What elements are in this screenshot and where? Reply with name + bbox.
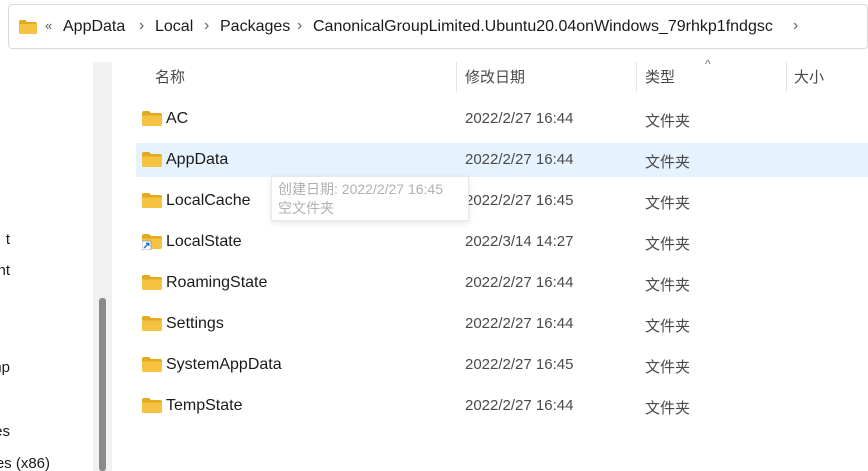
file-modified-date: 2022/2/27 16:44 bbox=[465, 274, 574, 291]
file-modified-date: 2022/2/27 16:45 bbox=[465, 192, 574, 209]
breadcrumb-separator[interactable]: › bbox=[204, 17, 209, 35]
file-name: AC bbox=[166, 110, 189, 127]
breadcrumb-separator[interactable]: › bbox=[297, 17, 302, 35]
file-name: LocalCache bbox=[166, 192, 251, 209]
folder-icon bbox=[142, 316, 162, 331]
file-name: Settings bbox=[166, 315, 224, 332]
folder-icon bbox=[142, 111, 162, 126]
file-type: 文件夹 bbox=[645, 236, 691, 253]
sort-ascending-icon: ^ bbox=[705, 57, 711, 71]
file-modified-date: 2022/2/27 16:44 bbox=[465, 315, 574, 332]
file-row[interactable]: RoamingState 2022/2/27 16:44 文件夹 bbox=[136, 266, 868, 300]
nav-item[interactable]: nt bbox=[0, 262, 10, 279]
file-row[interactable]: SystemAppData 2022/2/27 16:45 文件夹 bbox=[136, 348, 868, 382]
folder-icon bbox=[142, 357, 162, 372]
file-row[interactable]: Settings 2022/2/27 16:44 文件夹 bbox=[136, 307, 868, 341]
file-row[interactable]: LocalCache 2022/2/27 16:45 文件夹 bbox=[136, 184, 868, 218]
file-modified-date: 2022/2/27 16:44 bbox=[465, 397, 574, 414]
file-type: 文件夹 bbox=[645, 154, 691, 171]
column-divider[interactable] bbox=[786, 62, 787, 92]
breadcrumb-item-appdata[interactable]: AppData bbox=[63, 18, 125, 36]
file-name: RoamingState bbox=[166, 274, 268, 291]
breadcrumb-separator[interactable]: › bbox=[139, 17, 144, 35]
tooltip-status: 空文件夹 bbox=[278, 200, 334, 216]
folder-icon bbox=[142, 275, 162, 290]
file-modified-date: 2022/2/27 16:44 bbox=[465, 151, 574, 168]
nav-scrollbar-thumb[interactable] bbox=[99, 298, 106, 471]
folder-icon bbox=[142, 398, 162, 413]
file-name: TempState bbox=[166, 397, 243, 414]
nav-item[interactable]: es (x86) bbox=[0, 455, 50, 471]
folder-icon bbox=[142, 152, 162, 167]
breadcrumb-separator[interactable]: › bbox=[793, 17, 798, 35]
folder-icon bbox=[19, 20, 37, 34]
column-header-modified[interactable]: 修改日期 bbox=[465, 66, 525, 88]
folder-shortcut-icon bbox=[142, 234, 162, 250]
file-type: 文件夹 bbox=[645, 277, 691, 294]
file-row[interactable]: AC 2022/2/27 16:44 文件夹 bbox=[136, 102, 868, 136]
file-row-selected[interactable]: AppData 2022/2/27 16:44 文件夹 bbox=[136, 143, 868, 177]
file-row[interactable]: TempState 2022/2/27 16:44 文件夹 bbox=[136, 389, 868, 423]
nav-item[interactable]: es bbox=[0, 423, 10, 440]
breadcrumb-item-local[interactable]: Local bbox=[155, 18, 193, 36]
breadcrumb-item-package[interactable]: CanonicalGroupLimited.Ubuntu20.04onWindo… bbox=[313, 18, 773, 36]
file-type: 文件夹 bbox=[645, 400, 691, 417]
file-tooltip: 创建日期: 2022/2/27 16:45 空文件夹 bbox=[271, 176, 469, 221]
column-header-size[interactable]: 大小 bbox=[794, 66, 824, 88]
column-divider[interactable] bbox=[456, 62, 457, 92]
file-type: 文件夹 bbox=[645, 113, 691, 130]
file-modified-date: 2022/3/14 14:27 bbox=[465, 233, 574, 250]
column-header-name[interactable]: 名称 bbox=[155, 66, 185, 88]
file-type: 文件夹 bbox=[645, 359, 691, 376]
file-modified-date: 2022/2/27 16:44 bbox=[465, 110, 574, 127]
column-divider[interactable] bbox=[636, 62, 637, 92]
nav-item[interactable]: t bbox=[0, 231, 10, 248]
tooltip-created-date: 创建日期: 2022/2/27 16:45 bbox=[278, 181, 443, 197]
file-type: 文件夹 bbox=[645, 195, 691, 212]
address-bar[interactable]: « AppData › Local › Packages › Canonical… bbox=[8, 4, 868, 49]
file-row[interactable]: LocalState 2022/3/14 14:27 文件夹 bbox=[136, 225, 868, 259]
file-name: AppData bbox=[166, 151, 229, 168]
file-name: SystemAppData bbox=[166, 356, 282, 373]
column-header-type[interactable]: 类型 bbox=[645, 66, 675, 88]
file-modified-date: 2022/2/27 16:45 bbox=[465, 356, 574, 373]
folder-icon bbox=[142, 193, 162, 208]
nav-item[interactable]: mp bbox=[0, 359, 10, 376]
file-type: 文件夹 bbox=[645, 318, 691, 335]
file-name: LocalState bbox=[166, 233, 242, 250]
breadcrumb-item-packages[interactable]: Packages bbox=[220, 18, 290, 36]
breadcrumb-overflow[interactable]: « bbox=[45, 18, 52, 33]
